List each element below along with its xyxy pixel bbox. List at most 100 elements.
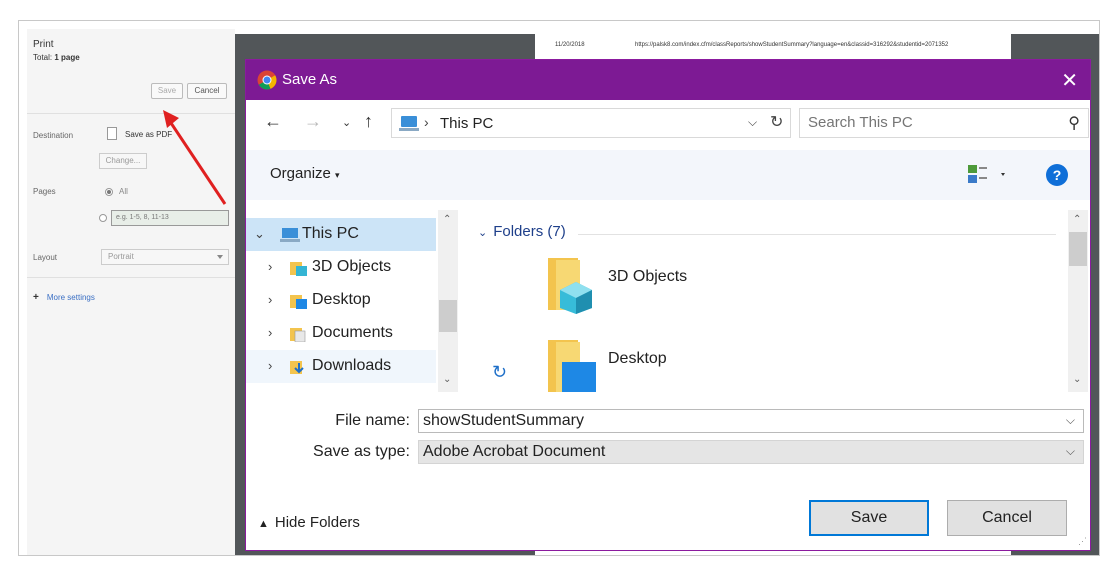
print-total: Total: 1 page — [33, 53, 80, 62]
print-total-value: 1 page — [54, 53, 80, 62]
hide-folders-toggle[interactable]: ▲ Hide Folders — [258, 514, 360, 531]
hide-folders-label: Hide Folders — [274, 514, 360, 531]
search-icon[interactable]: ⚲ — [1068, 113, 1080, 133]
nav-item-desktop[interactable]: › Desktop — [246, 284, 436, 317]
organize-label: Organize — [270, 165, 331, 182]
chevron-right-icon[interactable]: › — [268, 259, 272, 274]
annotation-arrow-icon — [163, 110, 227, 205]
pages-range-radio[interactable] — [99, 214, 107, 222]
sync-icon: ↻ — [492, 362, 508, 382]
print-cancel-button[interactable]: Cancel — [187, 83, 227, 99]
scroll-up-icon[interactable]: ⌃ — [1073, 214, 1081, 225]
nav-item-label: Documents — [312, 324, 393, 341]
refresh-icon[interactable]: ↻ — [770, 112, 783, 132]
3d-objects-folder-icon — [290, 262, 307, 276]
up-arrow-icon[interactable]: ↑ — [364, 111, 373, 132]
nav-item-label: Desktop — [312, 291, 371, 308]
chevron-right-icon[interactable]: › — [268, 292, 272, 307]
nav-item-label: This PC — [302, 225, 359, 242]
file-list-scrollbar[interactable]: ⌃ ⌄ — [1068, 210, 1088, 392]
nav-item-documents[interactable]: › Documents — [246, 317, 436, 350]
print-divider-2 — [27, 277, 235, 278]
help-icon[interactable]: ? — [1046, 164, 1068, 186]
pdf-file-icon — [107, 127, 117, 140]
save-as-type-select[interactable]: Adobe Acrobat Document ⌵ — [418, 440, 1084, 464]
print-total-label: Total: — [33, 53, 53, 62]
nav-item-this-pc[interactable]: ⌄ This PC — [246, 218, 436, 251]
nav-item-label: 3D Objects — [312, 258, 392, 275]
scrollbar-thumb[interactable] — [1069, 232, 1087, 266]
save-button[interactable]: Save — [809, 500, 929, 536]
chevron-up-icon: ▲ — [258, 518, 269, 530]
folders-group-label: Folders (7) — [493, 223, 566, 240]
chevron-down-icon[interactable]: ⌄ — [254, 226, 265, 242]
recent-locations-chevron-icon[interactable]: ⌄ — [342, 116, 351, 129]
downloads-folder-icon — [290, 361, 304, 374]
chevron-down-icon — [217, 255, 223, 259]
save-as-type-value: Adobe Acrobat Document — [423, 443, 606, 460]
organize-menu[interactable]: Organize ▾ — [270, 165, 340, 182]
folders-group-header[interactable]: ⌄ Folders (7) — [478, 223, 566, 240]
folder-3d-objects-label[interactable]: 3D Objects — [608, 268, 687, 286]
pc-icon — [280, 228, 300, 242]
save-as-type-label: Save as type: — [313, 443, 410, 460]
back-arrow-icon[interactable]: ← — [264, 111, 282, 132]
group-divider — [578, 234, 1056, 235]
more-settings-link[interactable]: + More settings — [33, 292, 95, 303]
preview-url: https://palsk8.com/index.cfm/classReport… — [635, 42, 949, 48]
change-destination-button[interactable]: Change... — [99, 153, 147, 169]
dialog-titlebar: Save As ✕ — [246, 60, 1090, 100]
desktop-folder-icon — [290, 295, 307, 309]
layout-label: Layout — [33, 253, 58, 262]
search-box[interactable]: ⚲ — [799, 108, 1089, 138]
documents-folder-icon — [290, 328, 306, 342]
forward-arrow-icon[interactable]: → — [304, 111, 322, 132]
nav-item-label: Downloads — [312, 357, 392, 374]
chevron-right-icon[interactable]: › — [268, 325, 272, 340]
chevron-right-icon[interactable]: › — [268, 358, 272, 373]
chevron-down-icon[interactable]: ⌵ — [1066, 444, 1075, 459]
resize-grip-icon[interactable]: ⋰ — [1078, 536, 1087, 547]
change-view-icon[interactable] — [968, 163, 1008, 185]
dialog-title: Save As — [282, 71, 338, 88]
chevron-down-icon[interactable]: ⌵ — [1066, 413, 1075, 428]
address-location: This PC — [440, 115, 494, 132]
plus-icon: + — [33, 292, 39, 303]
screenshot-frame: Print Total: 1 page Save Cancel Destinat… — [18, 20, 1100, 556]
dialog-toolbar: Organize ▾ ? — [246, 150, 1090, 200]
search-input[interactable] — [808, 114, 1048, 131]
save-as-dialog: Save As ✕ ← → ⌄ ↑ › This PC ⌵ ↻ ⚲ — [245, 59, 1091, 551]
more-settings-label: More settings — [46, 293, 95, 302]
chevron-down-icon: ⌄ — [478, 227, 488, 239]
file-list-pane: ⌄ Folders (7) 3D Objects ↻ Desktop ⌃ ⌄ — [468, 210, 1088, 392]
nav-item-downloads[interactable]: › Downloads — [246, 350, 436, 383]
desktop-folder-icon[interactable] — [546, 338, 598, 392]
navigation-pane: ⌄ This PC › 3D Objects › Desktop › Docum… — [246, 210, 460, 392]
address-bar[interactable]: › This PC ⌵ ↻ — [391, 108, 791, 138]
navigation-pane-scrollbar[interactable]: ⌃ ⌄ — [438, 210, 458, 392]
scroll-down-icon[interactable]: ⌄ — [1073, 374, 1081, 385]
print-title: Print — [33, 39, 54, 50]
3d-objects-folder-icon[interactable] — [546, 256, 598, 316]
close-icon[interactable]: ✕ — [1061, 68, 1078, 93]
scroll-up-icon[interactable]: ⌃ — [443, 214, 451, 225]
nav-item-3d-objects[interactable]: › 3D Objects — [246, 251, 436, 284]
layout-select[interactable]: Portrait — [101, 249, 229, 265]
print-save-button[interactable]: Save — [151, 83, 183, 99]
chrome-logo-icon — [257, 70, 277, 90]
destination-label: Destination — [33, 131, 74, 140]
cancel-button[interactable]: Cancel — [947, 500, 1067, 536]
address-dropdown-icon[interactable]: ⌵ — [748, 115, 757, 130]
file-name-field[interactable]: ⌵ — [418, 409, 1084, 433]
pages-label: Pages — [33, 187, 56, 196]
breadcrumb-separator-icon: › — [424, 114, 429, 130]
folder-desktop-label[interactable]: Desktop — [608, 350, 667, 368]
pages-all-radio[interactable] — [105, 188, 113, 196]
file-name-label: File name: — [335, 412, 410, 429]
scrollbar-thumb[interactable] — [439, 300, 457, 332]
preview-date: 11/20/2018 — [555, 42, 585, 48]
file-name-input[interactable] — [423, 412, 1043, 430]
scroll-down-icon[interactable]: ⌄ — [443, 374, 451, 385]
dropdown-caret-icon: ▾ — [335, 170, 340, 180]
navigation-bar: ← → ⌄ ↑ › This PC ⌵ ↻ ⚲ — [246, 100, 1090, 146]
